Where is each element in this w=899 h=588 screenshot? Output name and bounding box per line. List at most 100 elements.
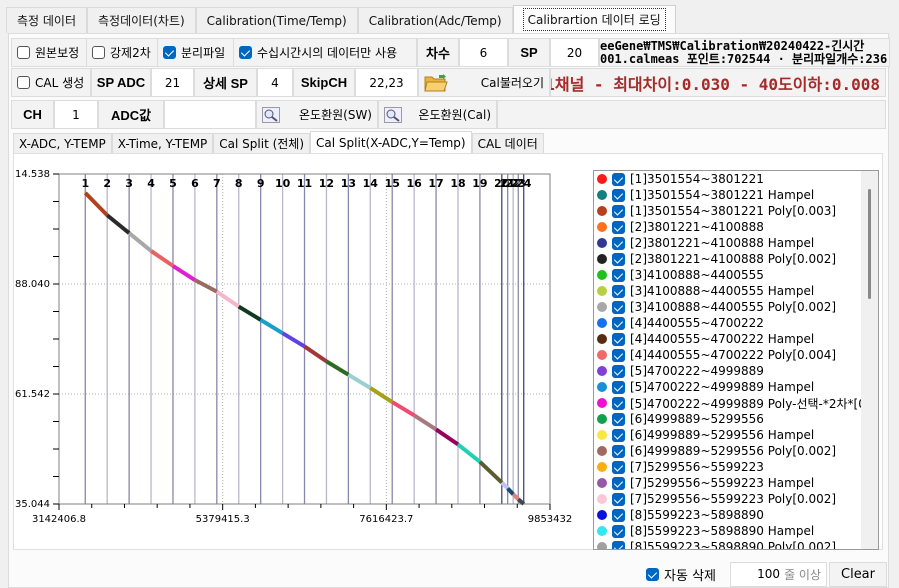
cal-load-button[interactable]: Cal불러오기: [418, 68, 550, 97]
tab-calibration-adc-temp[interactable]: Calibration(Adc/Temp): [357, 7, 513, 33]
legend-item[interactable]: [3]4100888~4400555: [594, 267, 878, 283]
status-message: 1채널 - 최대차이:0.030 - 40도이하:0.008: [550, 68, 886, 97]
series-color-dot-icon: [597, 526, 607, 536]
legend-label: [2]3801221~4100888 Hampel: [630, 236, 815, 250]
conversion-row: CH 1 ADC값 온도환원(SW) 온도환원(Cal): [11, 100, 886, 129]
legend-item[interactable]: [7]5299556~5599223 Poly[0.002]: [594, 491, 878, 507]
tab-calibration-loading[interactable]: Calibrartion 데이터 로딩: [512, 5, 676, 33]
series-visibility-checkbox[interactable]: [612, 252, 625, 266]
series-visibility-checkbox[interactable]: [612, 268, 625, 282]
sp-adc-input[interactable]: 21: [151, 68, 194, 97]
series-visibility-checkbox[interactable]: [612, 428, 625, 442]
legend-item[interactable]: [7]5299556~5599223: [594, 459, 878, 475]
legend-item[interactable]: [5]4700222~4999889: [594, 363, 878, 379]
series-visibility-checkbox[interactable]: [612, 204, 625, 218]
tab-measurement-data[interactable]: 측정 데이터: [6, 7, 88, 33]
series-visibility-checkbox[interactable]: [612, 460, 625, 474]
legend-item[interactable]: [4]4400555~4700222: [594, 315, 878, 331]
temp-restore-cal-button[interactable]: 온도환원(Cal): [378, 100, 497, 129]
series-visibility-checkbox[interactable]: [612, 412, 625, 426]
line-limit-input[interactable]: 100 줄 이상: [730, 561, 827, 587]
series-visibility-checkbox[interactable]: [612, 332, 625, 346]
cal-create-checkbox[interactable]: CAL 생성: [11, 68, 91, 97]
adc-label: ADC값: [98, 100, 164, 129]
clear-button[interactable]: Clear: [829, 561, 887, 587]
legend-item[interactable]: [6]4999889~5299556 Hampel: [594, 427, 878, 443]
order-input[interactable]: 6: [459, 38, 508, 67]
legend-item[interactable]: [1]3501554~3801221 Poly[0.003]: [594, 203, 878, 219]
legend-item[interactable]: [4]4400555~4700222 Poly[0.004]: [594, 347, 878, 363]
legend-item[interactable]: [3]4100888~4400555 Hampel: [594, 283, 878, 299]
checkbox-icon: [92, 46, 105, 59]
legend-label: [6]4999889~5299556 Hampel: [630, 428, 815, 442]
legend-item[interactable]: [2]3801221~4100888 Poly[0.002]: [594, 251, 878, 267]
detail-sp-label: 상세 SP: [194, 68, 257, 97]
series-visibility-checkbox[interactable]: [612, 476, 625, 490]
split-label: 7: [213, 177, 221, 190]
legend-item[interactable]: [6]4999889~5299556: [594, 411, 878, 427]
legend-item[interactable]: [1]3501554~3801221: [594, 171, 878, 187]
tab-measurement-chart[interactable]: 측정데이터(차트): [87, 7, 196, 33]
legend-item[interactable]: [6]4999889~5299556 Poly[0.002]: [594, 443, 878, 459]
split-file-checkbox[interactable]: 분리파일: [158, 38, 234, 67]
series-color-dot-icon: [597, 462, 607, 472]
legend-scrollbar[interactable]: [861, 171, 878, 549]
collect-data-only-checkbox[interactable]: 수십시간시의 데이터만 사용: [234, 38, 417, 67]
x-tick-label: 5379415.3: [196, 514, 250, 525]
options-row: 원본보정 강제2차 분리파일 수십시간시의 데이터만 사용 차수 6 SP 20…: [11, 38, 890, 67]
curve-segment: [511, 492, 520, 501]
curve-segment: [215, 289, 240, 309]
series-visibility-checkbox[interactable]: [612, 364, 625, 378]
series-visibility-checkbox[interactable]: [612, 348, 625, 362]
series-visibility-checkbox[interactable]: [612, 396, 625, 410]
tab-cal-split-adc-temp[interactable]: Cal Split(X-ADC,Y=Temp): [310, 131, 472, 153]
legend-item[interactable]: [2]3801221~4100888 Hampel: [594, 235, 878, 251]
legend-item[interactable]: [5]4700222~4999889 Poly-선택-*2차*[0.00: [594, 395, 878, 411]
sp-input[interactable]: 20: [550, 38, 599, 67]
curve-segment: [171, 264, 196, 282]
series-visibility-checkbox[interactable]: [612, 284, 625, 298]
legend-item[interactable]: [1]3501554~3801221 Hampel: [594, 187, 878, 203]
series-visibility-checkbox[interactable]: [612, 492, 625, 506]
series-visibility-checkbox[interactable]: [612, 236, 625, 250]
skipch-input[interactable]: 22,23: [355, 68, 418, 97]
series-visibility-checkbox[interactable]: [612, 444, 625, 458]
tab-cal-split-all[interactable]: Cal Split (전체): [213, 133, 311, 153]
legend-item[interactable]: [4]4400555~4700222 Hampel: [594, 331, 878, 347]
legend-item[interactable]: [3]4100888~4400555 Poly[0.002]: [594, 299, 878, 315]
tab-calibration-time-temp[interactable]: Calibration(Time/Temp): [195, 7, 358, 33]
legend-label: [2]3801221~4100888: [630, 220, 764, 234]
curve-segment: [193, 278, 218, 294]
series-visibility-checkbox[interactable]: [612, 540, 625, 549]
series-visibility-checkbox[interactable]: [612, 316, 625, 330]
legend-item[interactable]: [2]3801221~4100888: [594, 219, 878, 235]
legend-item[interactable]: [7]5299556~5599223 Hampel: [594, 475, 878, 491]
series-visibility-checkbox[interactable]: [612, 380, 625, 394]
series-visibility-checkbox[interactable]: [612, 220, 625, 234]
temp-restore-sw-button[interactable]: 온도환원(SW): [256, 100, 378, 129]
legend-item[interactable]: [8]5599223~5898890: [594, 507, 878, 523]
legend-item[interactable]: [5]4700222~4999889 Hampel: [594, 379, 878, 395]
curve-segment: [259, 318, 284, 335]
tab-x-adc-y-temp[interactable]: X-ADC, Y-TEMP: [13, 133, 112, 153]
curve-segment: [149, 249, 175, 268]
series-color-dot-icon: [597, 254, 607, 264]
legend-item[interactable]: [8]5599223~5898890 Poly[0.002]: [594, 539, 878, 549]
series-visibility-checkbox[interactable]: [612, 524, 625, 538]
series-visibility-checkbox[interactable]: [612, 508, 625, 522]
legend-item[interactable]: [8]5599223~5898890 Hampel: [594, 523, 878, 539]
series-visibility-checkbox[interactable]: [612, 300, 625, 314]
series-visibility-checkbox[interactable]: [612, 172, 625, 186]
series-visibility-checkbox[interactable]: [612, 188, 625, 202]
adc-input[interactable]: [164, 100, 256, 129]
detail-sp-input[interactable]: 4: [257, 68, 293, 97]
tab-cal-data[interactable]: CAL 데이터: [471, 133, 544, 153]
ch-input[interactable]: 1: [54, 100, 98, 129]
force-2nd-order-checkbox[interactable]: 강제2차: [87, 38, 158, 67]
original-correction-checkbox[interactable]: 원본보정: [11, 38, 87, 67]
auto-delete-checkbox[interactable]: 자동 삭제: [646, 565, 716, 584]
scrollbar-thumb[interactable]: [868, 189, 871, 299]
tab-x-time-y-temp[interactable]: X-Time, Y-TEMP: [111, 133, 214, 153]
split-label: 3: [125, 177, 133, 190]
split-label: 9: [257, 177, 265, 190]
